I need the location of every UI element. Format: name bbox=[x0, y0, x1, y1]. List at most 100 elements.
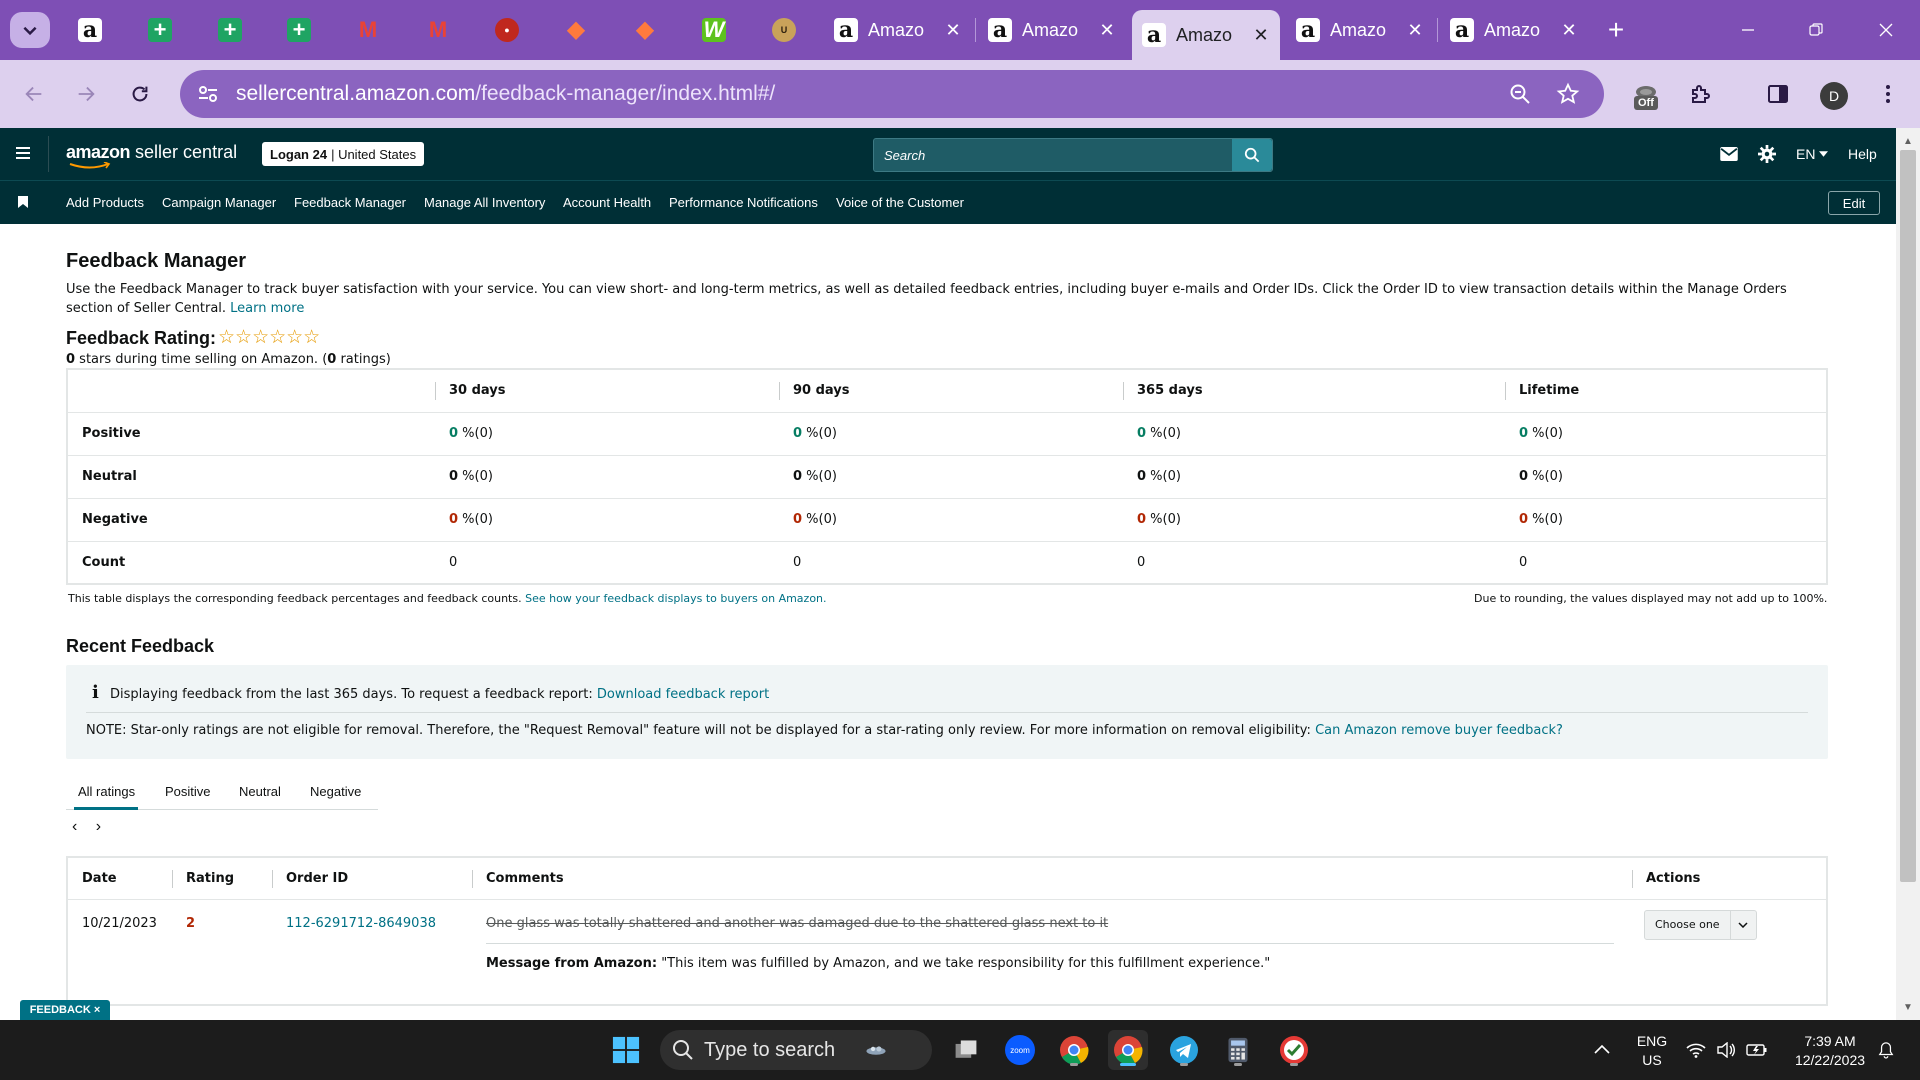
address-bar[interactable]: sellercentral.amazon.com/feedback-manage… bbox=[180, 70, 1604, 118]
close-tab-icon[interactable]: ✕ bbox=[1098, 20, 1116, 41]
download-report-link[interactable]: Download feedback report bbox=[597, 687, 769, 702]
feedback-widget-tab[interactable]: FEEDBACK × bbox=[20, 1000, 110, 1020]
info-alert: i Displaying feedback from the last 365 … bbox=[66, 665, 1828, 759]
scroll-down-arrow[interactable]: ▼ bbox=[1900, 1002, 1916, 1016]
removal-eligibility-link[interactable]: Can Amazon remove buyer feedback? bbox=[1315, 723, 1563, 738]
learn-more-link[interactable]: Learn more bbox=[230, 301, 304, 316]
pinned-tab[interactable]: + bbox=[210, 10, 250, 50]
tab-search-button[interactable] bbox=[10, 12, 50, 48]
pinned-tab[interactable]: + bbox=[279, 10, 319, 50]
metrics-cell: 0 bbox=[1123, 541, 1505, 585]
reload-icon bbox=[132, 86, 148, 102]
tab-negative[interactable]: Negative bbox=[310, 784, 361, 799]
pinned-tab[interactable]: M bbox=[418, 10, 458, 50]
new-tab-button[interactable]: + bbox=[1598, 12, 1634, 48]
recent-feedback-table: Date Rating Order ID Comments Actions 10… bbox=[66, 856, 1828, 1006]
language-indicator[interactable]: ENG US bbox=[1632, 1032, 1672, 1070]
browser-menu-button[interactable] bbox=[1872, 78, 1904, 110]
taskbar-tick-app[interactable] bbox=[1274, 1030, 1314, 1070]
help-link[interactable]: Help bbox=[1848, 128, 1877, 180]
taskbar-search[interactable]: Type to search bbox=[660, 1030, 932, 1070]
notification-bell-icon[interactable] bbox=[1878, 1040, 1894, 1060]
close-tab-icon[interactable]: ✕ bbox=[944, 20, 962, 41]
site-settings-icon[interactable] bbox=[196, 82, 220, 106]
pinned-tab[interactable]: M bbox=[348, 10, 388, 50]
metrics-cell: 0 %(0) bbox=[779, 412, 1123, 456]
hamburger-menu-icon[interactable] bbox=[14, 144, 32, 162]
forward-button[interactable] bbox=[66, 74, 106, 114]
nav-performance-notifications[interactable]: Performance Notifications bbox=[669, 195, 818, 210]
search-input[interactable]: Search bbox=[884, 148, 925, 163]
back-button[interactable] bbox=[14, 74, 54, 114]
pinned-tab[interactable]: ◆ bbox=[625, 10, 665, 50]
metrics-row-label: Neutral bbox=[67, 455, 435, 499]
seller-search-box[interactable]: Search bbox=[873, 138, 1273, 172]
close-tab-icon[interactable]: ✕ bbox=[1406, 20, 1424, 41]
nav-account-health[interactable]: Account Health bbox=[563, 195, 651, 210]
taskbar-zoom[interactable]: zoom bbox=[1000, 1030, 1040, 1070]
scroll-up-arrow[interactable]: ▲ bbox=[1900, 136, 1916, 150]
close-tab-icon[interactable]: ✕ bbox=[1252, 25, 1270, 46]
browser-tab[interactable]: a Amazo ✕ bbox=[824, 8, 972, 52]
pinned-tab[interactable]: W bbox=[694, 10, 734, 50]
search-button[interactable] bbox=[1232, 139, 1272, 171]
tab-positive[interactable]: Positive bbox=[165, 784, 211, 799]
browser-tab[interactable]: a Amazo ✕ bbox=[1440, 8, 1588, 52]
minimize-button[interactable] bbox=[1724, 10, 1772, 50]
wifi-icon[interactable] bbox=[1686, 1042, 1706, 1058]
clock[interactable]: 7:39 AM 12/22/2023 bbox=[1782, 1032, 1878, 1070]
browser-tab[interactable]: a Amazo ✕ bbox=[1286, 8, 1434, 52]
seller-central-header: amazon seller central Logan 24 | United S… bbox=[0, 128, 1896, 180]
chevron-up-icon[interactable] bbox=[1594, 1044, 1610, 1054]
nav-manage-all-inventory[interactable]: Manage All Inventory bbox=[424, 195, 545, 210]
nav-voice-of-the-customer[interactable]: Voice of the Customer bbox=[836, 195, 964, 210]
settings-button[interactable] bbox=[1758, 128, 1776, 180]
browser-tab-active[interactable]: a Amazo ✕ bbox=[1132, 10, 1280, 60]
taskbar-task-view[interactable] bbox=[946, 1030, 986, 1070]
battery-icon[interactable] bbox=[1746, 1042, 1768, 1058]
nav-feedback-manager[interactable]: Feedback Manager bbox=[294, 195, 406, 210]
nav-campaign-manager[interactable]: Campaign Manager bbox=[162, 195, 276, 210]
scrollbar-thumb[interactable] bbox=[1900, 150, 1916, 882]
taskbar-calculator[interactable] bbox=[1218, 1030, 1258, 1070]
tab-neutral[interactable]: Neutral bbox=[239, 784, 281, 799]
seller-central-logo[interactable]: amazon seller central bbox=[66, 142, 237, 169]
edit-nav-button[interactable]: Edit bbox=[1828, 191, 1880, 215]
reload-button[interactable] bbox=[120, 74, 160, 114]
messages-button[interactable] bbox=[1720, 128, 1738, 180]
extension-off-badge: Off bbox=[1634, 96, 1658, 110]
side-panel-button[interactable] bbox=[1762, 78, 1794, 110]
pinned-tab[interactable]: a bbox=[70, 10, 110, 50]
feedback-display-link[interactable]: See how your feedback displays to buyers… bbox=[525, 592, 826, 605]
browser-tab[interactable]: a Amazo ✕ bbox=[978, 8, 1126, 52]
taskbar-chrome-profile[interactable] bbox=[1108, 1030, 1148, 1070]
bookmark-star-icon[interactable] bbox=[1556, 82, 1580, 106]
recent-feedback-title: Recent Feedback bbox=[66, 636, 215, 656]
extensions-button[interactable] bbox=[1684, 78, 1716, 110]
volume-icon[interactable] bbox=[1716, 1042, 1736, 1058]
profile-avatar[interactable]: D bbox=[1820, 82, 1848, 110]
nav-add-products[interactable]: Add Products bbox=[66, 195, 144, 210]
pinned-tab[interactable]: + bbox=[140, 10, 180, 50]
account-switcher[interactable]: Logan 24 | United States bbox=[262, 142, 425, 166]
pager-next-button[interactable]: › bbox=[96, 818, 101, 835]
row-order-id-link[interactable]: 112-6291712-8649038 bbox=[272, 899, 472, 1005]
checkmark-app-icon bbox=[1280, 1036, 1308, 1064]
close-tab-icon[interactable]: ✕ bbox=[1560, 20, 1578, 41]
actions-dropdown[interactable]: Choose one bbox=[1644, 909, 1757, 940]
pinned-tab[interactable]: ◆ bbox=[556, 10, 596, 50]
pager-prev-button[interactable]: ‹ bbox=[72, 818, 77, 835]
close-window-button[interactable] bbox=[1862, 10, 1910, 50]
metrics-cell: 0 %(0) bbox=[779, 498, 1123, 542]
restore-button[interactable] bbox=[1792, 10, 1840, 50]
bookmark-icon[interactable] bbox=[18, 196, 28, 208]
pinned-tab[interactable]: U bbox=[764, 10, 804, 50]
pinned-tab[interactable]: ● bbox=[487, 10, 527, 50]
taskbar-telegram[interactable] bbox=[1164, 1030, 1204, 1070]
start-button[interactable] bbox=[606, 1030, 646, 1070]
taskbar-chrome[interactable] bbox=[1054, 1030, 1094, 1070]
zoom-out-icon[interactable] bbox=[1508, 82, 1532, 106]
arrow-right-icon bbox=[78, 86, 95, 102]
tab-all-ratings[interactable]: All ratings bbox=[78, 784, 135, 799]
language-selector[interactable]: EN bbox=[1796, 128, 1829, 180]
